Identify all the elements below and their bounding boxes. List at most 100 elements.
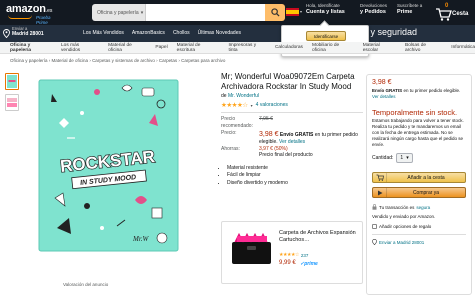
folder-thumbnail-image [7, 75, 17, 88]
search-button[interactable] [265, 4, 285, 21]
search-category-select[interactable]: Oficina y papelería ▾ [92, 4, 146, 21]
signin-button[interactable]: Identificarse [306, 31, 346, 41]
cart-count: 0 [445, 3, 449, 9]
expanding-file-image [232, 232, 271, 264]
folder-open-thumbnail-image [7, 98, 17, 107]
breadcrumb-link[interactable]: Carpetas para archivo [181, 58, 225, 63]
thumbnail-1[interactable] [5, 73, 19, 90]
subnav-item-calculators[interactable]: Calculadoras [275, 45, 303, 50]
subnav-item-furniture[interactable]: Mobiliario de oficina [312, 43, 354, 53]
sponsored-product-card[interactable]: Carpeta de Archivos Expansión Cartuchos…… [221, 221, 363, 284]
amazon-logo[interactable]: amazon.es Prueba Prime [6, 3, 58, 25]
prime-subscribe-link[interactable]: Suscríbete a Prime [397, 3, 422, 15]
divider [221, 112, 363, 113]
signature-mark: Mr.W [132, 235, 150, 243]
flag-es-icon[interactable] [286, 8, 299, 16]
subnav-item-best-sellers[interactable]: Los más vendidos [61, 43, 99, 53]
subnav-item-office[interactable]: Oficina y papelería [10, 43, 52, 53]
search-input[interactable] [146, 4, 265, 21]
subnav-item-computers[interactable]: Informática [451, 45, 475, 50]
star-rating-icon[interactable]: ★★★★☆ [221, 101, 248, 109]
thumbnail-2[interactable] [5, 94, 19, 111]
savings-row: Ahorras: 3,97 € (50%) [221, 146, 363, 153]
nav-link-amazonbasics[interactable]: AmazonBasics [132, 30, 165, 36]
final-price-note: Precio final del producto [259, 152, 313, 159]
gift-option-row[interactable]: Añadir opciones de regalo [372, 224, 466, 229]
quantity-row: Cantidad: 1 ▾ [372, 153, 466, 163]
subnav-item-school[interactable]: Material escolar [363, 43, 396, 53]
main-product-image[interactable]: ROCKSTAR ROCKSTAR IN STUDY MOOD Mr.W [37, 78, 180, 253]
subnav-item-bags[interactable]: Bolsas de archivo [405, 43, 442, 53]
breadcrumb-link[interactable]: Carpetas [159, 58, 177, 63]
related-product-title[interactable]: Carpeta de Archivos Expansión Cartuchos… [279, 230, 359, 244]
buybox-shipping: Envío GRATIS en tu primer pedido elegibl… [372, 88, 461, 99]
product-info: Mr; Wonderful Woa09072Em Carpeta Archiva… [221, 72, 363, 187]
savings: 3,97 € (50%) [259, 145, 288, 152]
price-row: Precio: 3,98 € Envío GRATIS en tu primer… [221, 129, 358, 145]
recommended-price-row: Precio recomendado: 7,95 € [221, 116, 363, 130]
nav-link-new-releases[interactable]: Últimas Novedades [198, 30, 241, 36]
breadcrumb-link[interactable]: Oficina y papelería [10, 58, 48, 63]
recommended-price: 7,95 € [259, 116, 273, 122]
chevron-down-icon: ▾ [406, 155, 409, 161]
cart-button[interactable]: 0 Cesta [434, 3, 472, 22]
cart-label: Cesta [452, 11, 469, 17]
cart-icon [373, 173, 387, 182]
chevron-down-icon: ▾ [140, 9, 144, 16]
nav-bar: Enviar a Madrid 28001 Los Más Vendidos A… [0, 25, 475, 42]
play-icon [373, 188, 387, 197]
deliver-to-location[interactable]: Enviar a Madrid 28001 [3, 26, 44, 38]
rating-row: ★★★★☆ ▾ 4 valoraciones [221, 101, 363, 109]
lock-icon [372, 204, 377, 210]
product-title: Mr; Wonderful Woa09072Em Carpeta Archiva… [221, 72, 355, 91]
top-header: amazon.es Prueba Prime Oficina y papeler… [0, 0, 475, 25]
add-to-cart-button[interactable]: Añadir a la cesta [372, 172, 466, 183]
subnav-item-paper[interactable]: Papel [155, 45, 167, 50]
cart-icon [436, 8, 452, 21]
buybox-details-link[interactable]: Ver detalles [372, 94, 396, 99]
location-pin-icon [372, 239, 377, 245]
gift-checkbox[interactable] [372, 224, 377, 229]
brand-line: de Mr. Wonderful [221, 93, 259, 99]
sold-by: Vendido y enviado por Amazon. [372, 214, 436, 219]
delivery-address-link[interactable]: Enviar a Madrid 28001 [372, 239, 466, 245]
feature-bullet: Fácil de limpiar [227, 172, 363, 179]
buy-box: 3,98 € Envío GRATIS en tu primer pedido … [366, 74, 472, 295]
breadcrumb: Oficina y papelería › Material de oficin… [10, 58, 226, 63]
chevron-down-icon: ▾ [300, 9, 303, 14]
prime-badge: ✓prime [300, 261, 318, 267]
nav-link-deals[interactable]: Chollos [173, 30, 190, 36]
quantity-select[interactable]: 1 ▾ [396, 153, 413, 163]
final-price-row: Precio final del producto [221, 152, 363, 159]
search-icon [270, 8, 280, 17]
breadcrumb-link[interactable]: Carpetas y sistemas de archivo [92, 58, 155, 63]
subnav-item-office-supplies[interactable]: Material de oficina [108, 43, 146, 53]
subnav-item-printers[interactable]: Impresoras y tinta [228, 43, 266, 53]
shipping-details-link[interactable]: Ver detalles [279, 139, 305, 145]
nav-links: Los Más Vendidos AmazonBasics Chollos Úl… [83, 30, 241, 36]
subnav-item-writing[interactable]: Material de escritura [177, 43, 220, 53]
location-pin-icon [3, 29, 10, 38]
related-price: 9,99 € [279, 260, 296, 266]
secure-transaction: Tu transacción es segura [372, 204, 466, 210]
star-rating-icon: ★★★★☆ [279, 252, 299, 258]
image-feedback-link[interactable]: Valoración del anuncio [63, 282, 108, 287]
feature-bullet: Diseño divertido y moderno [227, 180, 363, 187]
account-lists-menu[interactable]: Hola, Identifícate Cuenta y listas [306, 3, 345, 15]
category-subnav: Oficina y papelería Los más vendidos Mat… [0, 42, 475, 54]
rockstar-folder-image: ROCKSTAR ROCKSTAR IN STUDY MOOD Mr.W [38, 79, 179, 252]
out-of-stock-status: Temporalmente sin stock. [372, 107, 458, 117]
feature-bullet: Material resistente [227, 165, 363, 172]
price: 3,98 € [259, 130, 279, 138]
chevron-down-icon[interactable]: ▾ [251, 103, 253, 108]
ratings-count-link[interactable]: 4 valoraciones [256, 102, 288, 108]
prime-trial-link[interactable]: Prueba Prime [36, 15, 58, 25]
brand-link[interactable]: Mr. Wonderful [228, 93, 259, 99]
secure-link[interactable]: segura [416, 205, 430, 210]
search-bar: Oficina y papelería ▾ [92, 4, 285, 21]
returns-orders-link[interactable]: Devoluciones y Pedidos [360, 3, 387, 15]
buy-now-button[interactable]: Comprar ya [372, 187, 466, 198]
breadcrumb-link[interactable]: Material de oficina [52, 58, 89, 63]
nav-link-best-sellers[interactable]: Los Más Vendidos [83, 30, 124, 36]
buybox-price: 3,98 € [372, 79, 392, 86]
